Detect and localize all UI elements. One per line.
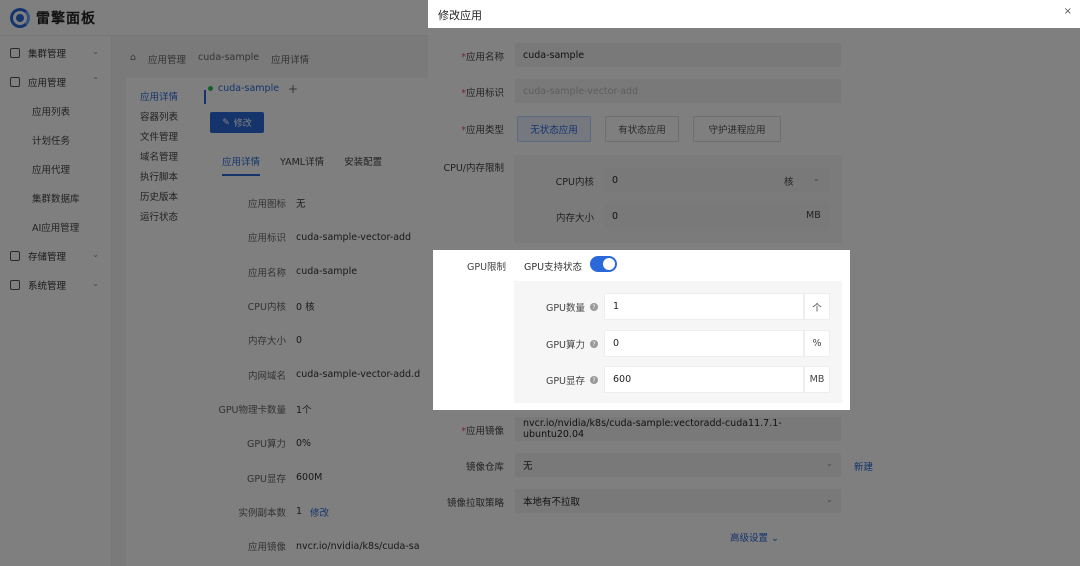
question-icon[interactable]: ? <box>590 303 598 311</box>
gpu-memory-label: GPU显存? <box>546 373 598 387</box>
gpu-count-input[interactable]: 1 <box>604 293 804 320</box>
gpu-limit-section: GPU限制 GPU支持状态 GPU数量? 1 个 GPU算力? 0 % GPU显… <box>433 250 850 410</box>
page-overlay[interactable] <box>0 0 428 566</box>
gpu-compute-unit: % <box>804 330 830 357</box>
gpu-count-row: GPU数量? 1 个 <box>514 293 842 320</box>
gpu-fields-panel: GPU数量? 1 个 GPU算力? 0 % GPU显存? 600 MB <box>514 281 842 403</box>
gpu-compute-input[interactable]: 0 <box>604 330 804 357</box>
gpu-memory-row: GPU显存? 600 MB <box>514 366 842 393</box>
gpu-compute-label: GPU算力? <box>546 337 598 351</box>
gpu-limit-label: GPU限制 <box>467 262 507 273</box>
gpu-support-label: GPU支持状态 <box>524 262 583 273</box>
gpu-count-label: GPU数量? <box>546 300 598 314</box>
gpu-compute-row: GPU算力? 0 % <box>514 330 842 357</box>
gpu-count-unit: 个 <box>804 293 830 320</box>
question-icon[interactable]: ? <box>590 376 598 384</box>
gpu-memory-unit: MB <box>804 366 830 393</box>
gpu-memory-input[interactable]: 600 <box>604 366 804 393</box>
gpu-support-toggle[interactable] <box>590 256 617 272</box>
question-icon[interactable]: ? <box>590 340 598 348</box>
